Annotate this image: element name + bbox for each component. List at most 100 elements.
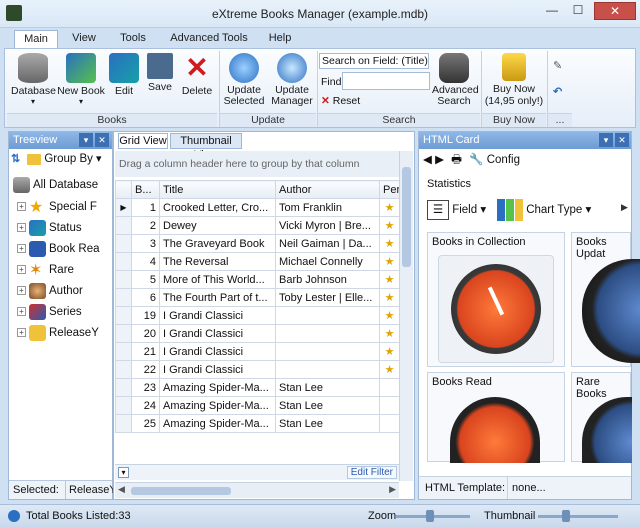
- row-indicator[interactable]: ▶: [115, 198, 132, 217]
- book-id-cell[interactable]: 1: [131, 198, 160, 217]
- back-arrow-icon[interactable]: ◀: [423, 154, 432, 166]
- tab-thumbnail-view[interactable]: Thumbnail View: [170, 133, 242, 161]
- table-row[interactable]: ▶ 1 Crooked Letter, Cro... Tom Franklin ★: [115, 198, 400, 217]
- close-panel-icon[interactable]: ✕: [615, 133, 629, 147]
- thumbnail-slider[interactable]: [538, 510, 618, 522]
- close-panel-icon[interactable]: ✕: [95, 133, 109, 147]
- card-rare-books[interactable]: Rare Books: [571, 372, 632, 463]
- tab-advanced-tools[interactable]: Advanced Tools: [164, 30, 254, 48]
- table-row[interactable]: 25 Amazing Spider-Ma... Stan Lee: [115, 414, 400, 433]
- table-row[interactable]: 21 I Grandi Classici ★: [115, 342, 400, 361]
- book-id-cell[interactable]: 19: [131, 306, 160, 325]
- maximize-button[interactable]: ☐: [566, 2, 590, 20]
- column-header-author[interactable]: Author: [275, 180, 380, 199]
- table-row[interactable]: 3 The Graveyard Book Neil Gaiman | Da... ★: [115, 234, 400, 253]
- personal-rating-cell[interactable]: ★: [379, 270, 400, 289]
- tab-main[interactable]: Main: [14, 30, 58, 48]
- expand-icon[interactable]: +: [17, 307, 26, 317]
- filter-checkbox[interactable]: ▾: [118, 467, 129, 478]
- table-row[interactable]: 19 I Grandi Classici ★: [115, 306, 400, 325]
- author-cell[interactable]: Stan Lee: [275, 396, 380, 415]
- search-field-dropdown[interactable]: Search on Field: (Title): [319, 53, 429, 69]
- personal-rating-cell[interactable]: ★: [379, 216, 400, 235]
- card-books-in-collection[interactable]: Books in Collection: [427, 232, 565, 367]
- buy-now-button[interactable]: Buy Now (14,95 only!): [483, 53, 545, 107]
- title-cell[interactable]: I Grandi Classici: [159, 342, 276, 361]
- expand-icon[interactable]: +: [17, 328, 26, 338]
- table-row[interactable]: 24 Amazing Spider-Ma... Stan Lee: [115, 396, 400, 415]
- vertical-scrollbar[interactable]: [399, 151, 413, 481]
- quick-icon-1[interactable]: ✎: [553, 59, 569, 73]
- personal-rating-cell[interactable]: ★: [379, 360, 400, 379]
- advanced-search-button[interactable]: Advanced Search: [431, 53, 479, 107]
- author-cell[interactable]: Tom Franklin: [275, 198, 380, 217]
- author-cell[interactable]: Vicki Myron | Bre...: [275, 216, 380, 235]
- table-row[interactable]: 6 The Fourth Part of t... Toby Lester | El…: [115, 288, 400, 307]
- title-cell[interactable]: Amazing Spider-Ma...: [159, 396, 276, 415]
- pin-icon[interactable]: ▾: [599, 133, 613, 147]
- expand-icon[interactable]: +: [17, 244, 26, 254]
- tree-item-release-year[interactable]: + ReleaseY: [17, 324, 99, 342]
- new-book-button[interactable]: New Book ▾: [57, 53, 105, 106]
- title-cell[interactable]: Dewey: [159, 216, 276, 235]
- personal-rating-cell[interactable]: ★: [379, 198, 400, 217]
- table-row[interactable]: 4 The Reversal Michael Connelly ★: [115, 252, 400, 271]
- edit-filter-button[interactable]: Edit Filter: [346, 466, 397, 479]
- table-row[interactable]: 2 Dewey Vicki Myron | Bre... ★: [115, 216, 400, 235]
- author-cell[interactable]: Neil Gaiman | Da...: [275, 234, 380, 253]
- row-indicator[interactable]: [115, 324, 132, 343]
- author-cell[interactable]: Stan Lee: [275, 414, 380, 433]
- tree-item-author[interactable]: + Author: [17, 282, 83, 300]
- title-cell[interactable]: I Grandi Classici: [159, 360, 276, 379]
- thumbnail-slider-handle[interactable]: [562, 510, 570, 522]
- author-cell[interactable]: Stan Lee: [275, 378, 380, 397]
- scroll-left-icon[interactable]: ◀: [118, 484, 125, 495]
- forward-arrow-icon[interactable]: ▶: [435, 154, 444, 166]
- row-indicator[interactable]: [115, 234, 132, 253]
- cards-scroll-right-icon[interactable]: ▶: [621, 202, 628, 213]
- tab-help[interactable]: Help: [262, 30, 298, 48]
- expand-icon[interactable]: +: [17, 223, 26, 233]
- title-cell[interactable]: Amazing Spider-Ma...: [159, 414, 276, 433]
- database-button[interactable]: Database ▾: [11, 53, 56, 106]
- expand-icon[interactable]: +: [17, 286, 26, 296]
- author-cell[interactable]: [275, 306, 380, 325]
- title-cell[interactable]: The Graveyard Book: [159, 234, 276, 253]
- book-id-cell[interactable]: 6: [131, 288, 160, 307]
- title-cell[interactable]: I Grandi Classici: [159, 306, 276, 325]
- expand-icon[interactable]: +: [17, 265, 26, 275]
- minimize-button[interactable]: —: [540, 2, 564, 20]
- tab-tools[interactable]: Tools: [110, 30, 156, 48]
- tree-item-special[interactable]: + ★ Special F: [17, 198, 97, 216]
- title-cell[interactable]: More of This World...: [159, 270, 276, 289]
- horizontal-scrollbar[interactable]: ◀ ▶: [115, 482, 399, 498]
- books-grid[interactable]: B... Title Author Per ▶ 1 Crooked Letter, …: [115, 180, 400, 433]
- book-id-cell[interactable]: 22: [131, 360, 160, 379]
- personal-rating-cell[interactable]: ★: [379, 252, 400, 271]
- zoom-slider-handle[interactable]: [426, 510, 434, 522]
- row-indicator[interactable]: [115, 378, 132, 397]
- title-cell[interactable]: Amazing Spider-Ma...: [159, 378, 276, 397]
- personal-rating-cell[interactable]: ★: [379, 288, 400, 307]
- tree-item-rare[interactable]: + ✶ Rare: [17, 261, 74, 279]
- find-input[interactable]: [342, 72, 430, 90]
- update-manager-button[interactable]: Update Manager: [269, 53, 315, 107]
- tree-item-series[interactable]: + Series: [17, 303, 82, 321]
- field-button[interactable]: ☰ Field ▾: [427, 198, 486, 222]
- update-selected-button[interactable]: Update Selected: [221, 53, 267, 107]
- card-books-read[interactable]: Books Read: [427, 372, 565, 463]
- row-indicator[interactable]: [115, 216, 132, 235]
- scroll-thumb[interactable]: [402, 167, 411, 267]
- personal-rating-cell[interactable]: [379, 396, 400, 415]
- book-id-cell[interactable]: 21: [131, 342, 160, 361]
- tree-root-all-database[interactable]: All Database: [13, 176, 98, 194]
- edit-button[interactable]: Edit: [107, 53, 141, 97]
- row-indicator[interactable]: [115, 360, 132, 379]
- author-cell[interactable]: Toby Lester | Elle...: [275, 288, 380, 307]
- personal-rating-cell[interactable]: ★: [379, 324, 400, 343]
- row-indicator[interactable]: [115, 252, 132, 271]
- column-header-title[interactable]: Title: [159, 180, 276, 199]
- sort-icon[interactable]: ⇅: [11, 153, 20, 165]
- tab-grid-view[interactable]: Grid View: [118, 133, 168, 149]
- row-indicator[interactable]: [115, 414, 132, 433]
